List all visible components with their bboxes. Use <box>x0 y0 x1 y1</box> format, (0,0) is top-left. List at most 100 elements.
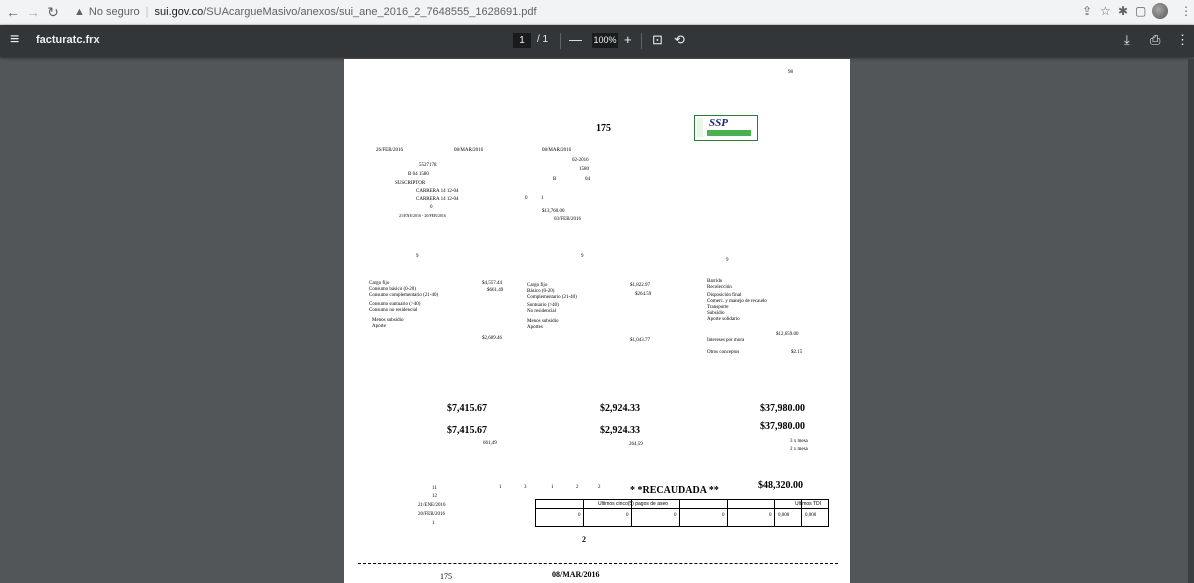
total-waste-1: $37,980.00 <box>760 403 805 414</box>
scrollbar[interactable] <box>1188 59 1194 583</box>
payments-table-header: Ultimos cinco(5) pagos de aseo Ultimos T… <box>536 500 828 509</box>
charge-label: Consumo no residencial <box>369 308 418 313</box>
digit: 2 <box>598 485 601 490</box>
issue-date: 26/FEB/2016 <box>376 148 403 153</box>
payment-cell: 0 <box>722 513 725 518</box>
zero-value: 0 <box>430 205 433 210</box>
num-2: 2 <box>582 535 586 544</box>
due-date: 08/MAR/2016 <box>454 148 484 153</box>
num-11: 11 <box>432 486 437 491</box>
subsidy-water: 661,49 <box>483 441 497 446</box>
profile-avatar[interactable] <box>1152 3 1168 19</box>
sidepanel-icon[interactable]: ▢ <box>1135 4 1146 18</box>
num-12: 12 <box>432 494 437 499</box>
more-actions-icon[interactable]: ⋮ <box>1176 32 1189 48</box>
extensions-icon[interactable]: ✱ <box>1118 4 1128 18</box>
class-line: B 04 1580 <box>408 172 429 177</box>
footer-date: 08/MAR/2016 <box>552 570 600 579</box>
nine-2: 9 <box>581 254 584 259</box>
pdf-toolbar: ≡ facturatc.frx 1 / 1 — 100% + ⊡ ⟲ ⤓ ⎙ ⋮ <box>0 25 1194 57</box>
col1-aporte: $2,609.46 <box>482 336 502 341</box>
url-path: /SUAcargueMasivo/anexos/sui_ane_2016_2_7… <box>203 6 537 18</box>
col2-basico: $264.59 <box>635 292 652 297</box>
security-label: No seguro <box>88 6 140 18</box>
payments-header: Ultimos cinco(5) pagos de aseo <box>598 501 669 507</box>
address-bar[interactable]: ▲ No seguro | sui.gov.co /SUAcargueMasiv… <box>74 2 1034 22</box>
charge-label: Aporte solidario <box>707 317 740 322</box>
grand-total: $48,320.00 <box>758 480 803 491</box>
mid-due-date: 03/FEB/2016 <box>554 217 581 222</box>
print-icon[interactable]: ⎙ <box>1150 32 1160 48</box>
recaudada-stamp: * *RECAUDADA ** <box>630 485 719 496</box>
warning-icon[interactable]: ▲ <box>74 6 85 18</box>
subsidy-sewer: 264,59 <box>629 442 643 447</box>
frequency-1: 3 x mesa <box>790 439 808 444</box>
charge-label: No residencial <box>527 309 557 314</box>
digit: 3 <box>524 485 527 490</box>
total-water-1: $7,415.67 <box>447 403 487 414</box>
page-number-input[interactable]: 1 <box>513 33 531 48</box>
digit: 1 <box>551 485 554 490</box>
water-charges-labels: Cargo fijo Consumo básico (0-20) Consumo… <box>369 281 438 330</box>
billing-period: 21/ENE/2016 - 20/FEB/2016 <box>399 213 446 218</box>
document-title: facturatc.frx <box>36 34 100 46</box>
total-water-2: $7,415.67 <box>447 425 487 436</box>
mid-date: 08/MAR/2016 <box>542 148 572 153</box>
charge-label: Aportes <box>527 325 543 330</box>
total-waste-2: $37,980.00 <box>760 421 805 432</box>
address-line-2: CARRERA 14 12-04 <box>416 197 459 202</box>
ssp-logo: SSP <box>694 115 758 141</box>
intereses-label: Intereses por mora <box>707 338 745 343</box>
otros-label: Otros conceptos <box>707 350 740 355</box>
num-1: 1 <box>432 521 435 526</box>
subscriber-label: SUSCRIPTOR <box>395 181 426 186</box>
payment-cell: 0 <box>626 513 629 518</box>
zoom-out-icon[interactable]: — <box>569 32 582 47</box>
payments-table: Ultimos cinco(5) pagos de aseo Ultimos T… <box>535 499 829 527</box>
rotate-icon[interactable]: ⟲ <box>674 32 685 48</box>
mid-amount: $13,760.00 <box>542 209 565 214</box>
period-start: 21/ENE/2016 <box>418 503 446 508</box>
url-host: sui.gov.co <box>154 6 204 18</box>
fit-page-icon[interactable]: ⊡ <box>652 32 663 48</box>
sewer-charges-labels: Cargo fijo Básico (0-20) Complementario … <box>527 283 577 331</box>
tdi-cell: 0,000 <box>805 513 817 518</box>
col2-aportes: $1,043.77 <box>630 338 650 343</box>
col3-otros: $2.15 <box>791 350 803 355</box>
cut-line <box>358 563 838 564</box>
mid-period: 02-2016 <box>572 158 589 163</box>
payment-cell: 0 <box>578 513 581 518</box>
star-icon[interactable]: ☆ <box>1100 4 1111 18</box>
tdi-cell: 0,000 <box>778 513 790 518</box>
forward-icon[interactable]: → <box>24 3 42 21</box>
zoom-input[interactable]: 100% <box>592 33 618 48</box>
back-icon[interactable]: ← <box>4 3 22 21</box>
charge-label: Complementario (21-40) <box>527 295 577 300</box>
charge-label: Recolección <box>707 285 732 290</box>
payment-cell: 0 <box>674 513 677 518</box>
tdi-header: Ultimos TDI <box>795 501 822 507</box>
invoice-code: 175 <box>596 123 611 134</box>
total-sewer-2: $2,924.33 <box>600 425 640 436</box>
share-icon[interactable]: ⇪ <box>1082 4 1092 18</box>
mid-04: 04 <box>585 177 590 182</box>
mid-b: B <box>553 177 557 182</box>
col2-cargo-fijo: $1,822.97 <box>630 283 650 288</box>
toolbar-divider <box>641 33 642 49</box>
zoom-in-icon[interactable]: + <box>624 32 632 47</box>
mid-one: 1 <box>541 196 544 201</box>
mid-code: 1580 <box>579 167 589 172</box>
payment-cell: 0 <box>769 513 772 518</box>
col1-basico: $661.49 <box>487 288 504 293</box>
col1-cargo-fijo: $4,557.44 <box>482 281 502 286</box>
toolbar-divider <box>560 33 561 49</box>
charge-label: Aporte <box>372 324 386 329</box>
nine-3: 9 <box>726 258 729 263</box>
more-menu-icon[interactable]: ⋮ <box>1180 4 1192 18</box>
reload-icon[interactable]: ↻ <box>44 3 62 21</box>
url-separator: | <box>145 6 149 18</box>
download-icon[interactable]: ⤓ <box>1124 32 1130 48</box>
menu-icon[interactable]: ≡ <box>10 31 19 49</box>
col3-total: $12,659.00 <box>776 332 799 337</box>
period-end: 20/FEB/2016 <box>418 512 445 517</box>
